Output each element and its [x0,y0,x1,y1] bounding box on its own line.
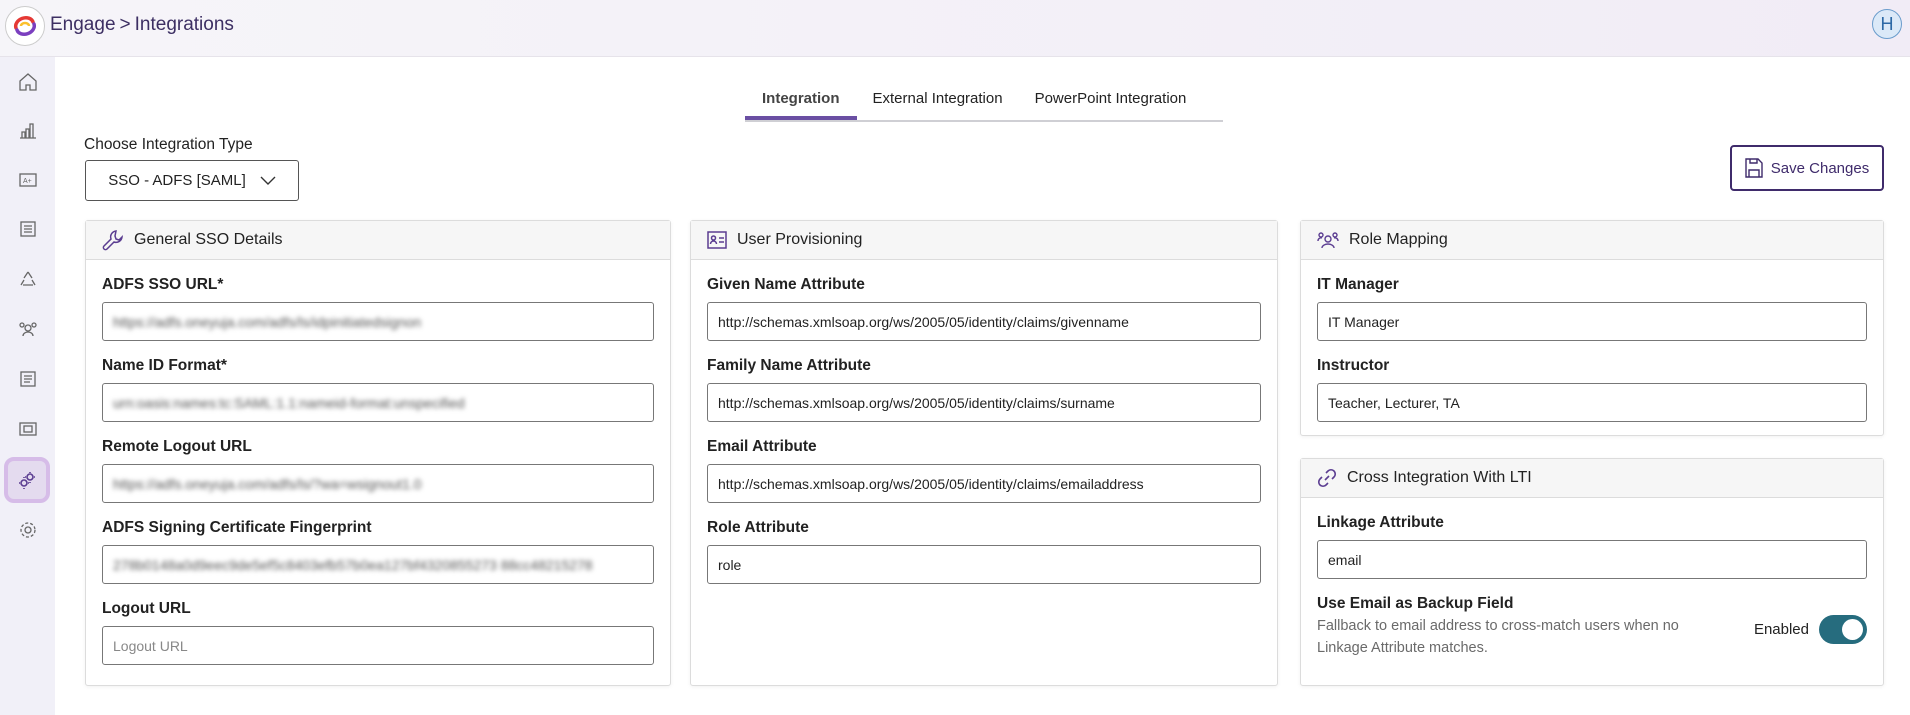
recycle-icon[interactable] [11,262,45,296]
report-icon[interactable] [11,212,45,246]
breadcrumb-separator: > [119,14,131,35]
field-value: https://adfs.oneyuja.com/adfs/ls/?wa=wsi… [113,475,422,492]
toggle-label: Enabled [1753,621,1809,638]
name-id-format-input[interactable]: urn:oasis:names:tc:SAML:1.1:nameid-forma… [102,383,654,422]
settings-icon[interactable] [11,513,45,547]
role-attribute-input[interactable]: role [707,545,1261,584]
tab-bar: Integration External Integration PowerPo… [745,86,1223,122]
field-value: 278b0148a0d9eec9de5ef5c8403efb57b0ea127b… [113,556,593,573]
general-sso-panel: General SSO Details ADFS SSO URL* https:… [85,220,671,686]
field-value: urn:oasis:names:tc:SAML:1.1:nameid-forma… [113,394,465,411]
field-label: Logout URL [102,600,191,617]
users-icon[interactable] [11,312,45,346]
users-icon [1317,232,1339,249]
user-provisioning-panel: User Provisioning Given Name Attribute h… [690,220,1278,686]
remote-logout-url-input[interactable]: https://adfs.oneyuja.com/adfs/ls/?wa=wsi… [102,464,654,503]
panel-title: User Provisioning [737,231,863,248]
role-mapping-panel: Role Mapping IT Manager IT Manager Instr… [1300,220,1884,436]
linkage-attribute-label: Linkage Attribute [1317,514,1444,531]
link-icon [1317,468,1337,488]
svg-text:A+: A+ [23,178,32,185]
panel-title: Cross Integration With LTI [1347,469,1532,486]
tab-powerpoint-integration[interactable]: PowerPoint Integration [1019,86,1203,120]
panel-title: Role Mapping [1349,231,1448,248]
list-icon[interactable] [11,362,45,396]
gallery-icon[interactable] [11,412,45,446]
tab-external-integration[interactable]: External Integration [857,86,1019,120]
adfs-sso-url-input[interactable]: https://adfs.oneyuja.com/adfs/ls/idpinit… [102,302,654,341]
save-changes-button[interactable]: Save Changes [1730,145,1884,191]
field-label: Email Attribute [707,438,817,455]
cross-integration-panel: Cross Integration With LTI Linkage Attri… [1300,458,1884,686]
panel-title: General SSO Details [134,231,283,248]
given-name-attribute-input[interactable]: http://schemas.xmlsoap.org/ws/2005/05/id… [707,302,1261,341]
save-icon [1745,158,1763,178]
field-label: IT Manager [1317,276,1399,293]
id-card-icon [707,231,727,249]
field-label: ADFS SSO URL* [102,276,224,293]
field-label: Family Name Attribute [707,357,871,374]
integration-type-select[interactable]: SSO - ADFS [SAML] [85,160,299,201]
integration-gears-icon[interactable] [4,457,50,503]
instructor-mapping-input[interactable]: Teacher, Lecturer, TA [1317,383,1867,422]
integration-type-value: SSO - ADFS [SAML] [108,172,246,189]
field-label: Instructor [1317,357,1390,374]
field-label: ADFS Signing Certificate Fingerprint [102,519,372,536]
save-changes-label: Save Changes [1770,159,1870,177]
backup-email-toggle[interactable] [1819,615,1867,644]
user-avatar[interactable]: H [1872,9,1902,39]
integration-type-label: Choose Integration Type [84,136,253,153]
home-icon[interactable] [11,65,45,99]
field-label: Remote Logout URL [102,438,252,455]
top-bar: Engage > Integrations H [0,0,1910,57]
breadcrumb-app[interactable]: Engage [50,14,116,36]
backup-field-label: Use Email as Backup Field [1317,595,1514,612]
backup-field-description: Fallback to email address to cross-match… [1317,618,1679,656]
field-label: Name ID Format* [102,357,227,374]
grade-icon[interactable]: A+ [11,163,45,197]
app-logo[interactable] [5,6,45,46]
breadcrumb-page: Integrations [134,14,234,35]
linkage-attribute-input[interactable]: email [1317,540,1867,579]
chevron-down-icon [260,176,276,185]
it-manager-mapping-input[interactable]: IT Manager [1317,302,1867,341]
sidebar: A+ [0,57,55,715]
bar-chart-icon[interactable] [11,113,45,147]
breadcrumb: Engage > Integrations [50,14,234,36]
field-label: Given Name Attribute [707,276,865,293]
certificate-fingerprint-input[interactable]: 278b0148a0d9eec9de5ef5c8403efb57b0ea127b… [102,545,654,584]
field-label: Role Attribute [707,519,809,536]
field-value: https://adfs.oneyuja.com/adfs/ls/idpinit… [113,313,422,330]
logout-url-input[interactable]: Logout URL [102,626,654,665]
email-attribute-input[interactable]: http://schemas.xmlsoap.org/ws/2005/05/id… [707,464,1261,503]
wrench-icon [102,230,123,251]
family-name-attribute-input[interactable]: http://schemas.xmlsoap.org/ws/2005/05/id… [707,383,1261,422]
tab-integration[interactable]: Integration [745,86,857,120]
